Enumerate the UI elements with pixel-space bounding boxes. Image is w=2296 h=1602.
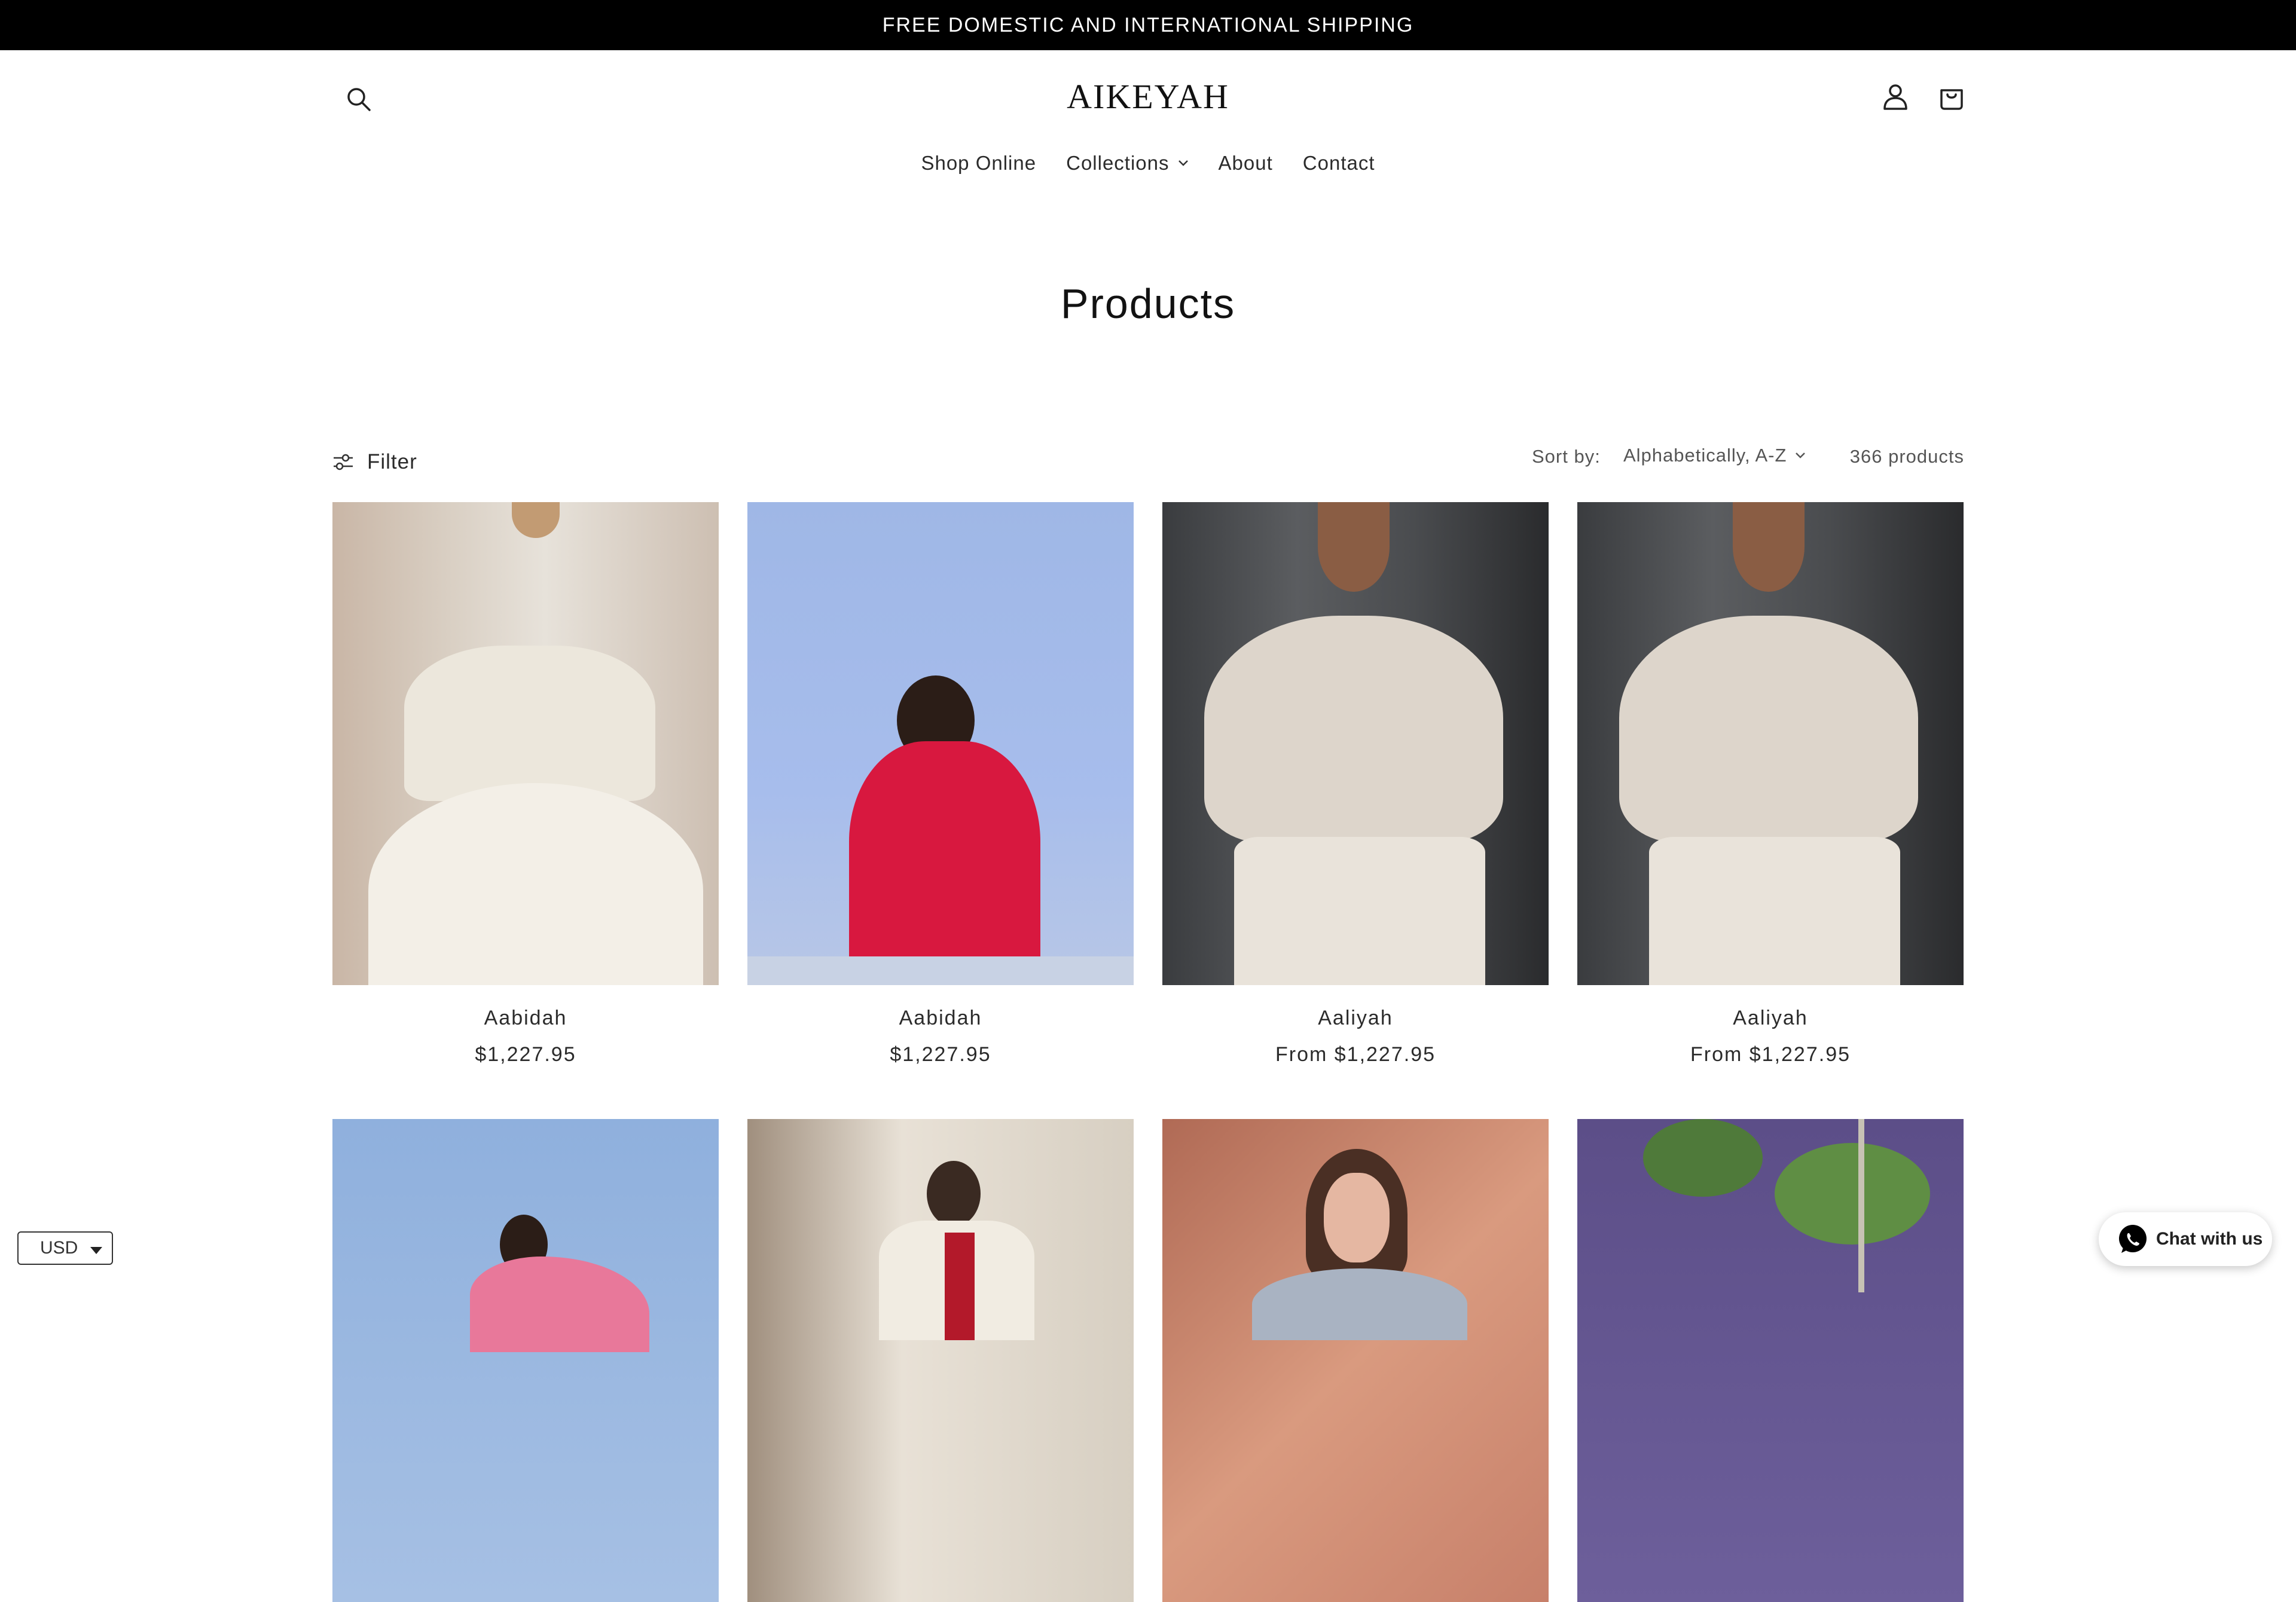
filter-icon [334, 454, 353, 470]
sort-label: Sort by: [1532, 446, 1601, 467]
product-image[interactable] [747, 502, 1134, 985]
currency-selector[interactable]: USD [17, 1231, 113, 1265]
filter-button[interactable]: Filter [332, 446, 417, 478]
chat-button[interactable]: Chat with us [2099, 1212, 2272, 1266]
product-card[interactable] [332, 1119, 719, 1602]
product-name[interactable]: Aabidah [332, 1007, 719, 1030]
product-image[interactable] [1162, 1119, 1549, 1602]
whatsapp-icon [2119, 1225, 2147, 1253]
product-image[interactable] [332, 1119, 719, 1602]
nav-contact[interactable]: Contact [1303, 152, 1375, 175]
product-price: $1,227.95 [475, 1043, 576, 1066]
product-price: From $1,227.95 [1275, 1043, 1436, 1066]
account-button[interactable] [1876, 78, 1915, 116]
sort-value: Alphabetically, A-Z [1623, 445, 1787, 466]
product-name[interactable]: Aabidah [747, 1007, 1134, 1030]
nav-contact-label: Contact [1302, 152, 1375, 174]
product-image[interactable] [1577, 1119, 1964, 1602]
announcement-text: FREE DOMESTIC AND INTERNATIONAL SHIPPING [882, 13, 1414, 36]
nav-shop-online-label: Shop Online [921, 152, 1037, 174]
caret-down-icon [90, 1247, 102, 1254]
main-nav: Shop Online Collections About Contact [849, 148, 1447, 178]
search-icon [347, 88, 371, 111]
announcement-bar: FREE DOMESTIC AND INTERNATIONAL SHIPPING [0, 0, 2296, 50]
filter-label: Filter [367, 450, 417, 473]
product-card[interactable]: Aabidah $1,227.95 [332, 502, 719, 1066]
product-card[interactable] [1577, 1119, 1964, 1602]
chevron-down-icon [1796, 453, 1806, 458]
product-card[interactable]: Aaliyah From $1,227.95 [1577, 502, 1964, 1066]
cart-icon [1940, 89, 1963, 110]
product-image[interactable] [1577, 502, 1964, 985]
currency-value: USD [40, 1238, 78, 1258]
nav-about[interactable]: About [1219, 152, 1273, 175]
account-icon [1883, 84, 1907, 110]
product-price: From $1,227.95 [1690, 1043, 1851, 1066]
product-card[interactable]: Aaliyah From $1,227.95 [1162, 502, 1549, 1066]
product-image[interactable] [1162, 502, 1549, 985]
nav-shop-online[interactable]: Shop Online [921, 152, 1036, 175]
product-card[interactable] [747, 1119, 1134, 1602]
chat-label: Chat with us [2156, 1229, 2263, 1249]
product-name[interactable]: Aaliyah [1162, 1007, 1549, 1030]
site-logo[interactable]: AIKEYAH [939, 77, 1357, 118]
product-card[interactable]: Aabidah $1,227.95 [747, 502, 1134, 1066]
page-title: Products [1060, 280, 1236, 327]
product-card[interactable] [1162, 1119, 1549, 1602]
product-image[interactable] [747, 1119, 1134, 1602]
search-button[interactable] [340, 80, 378, 118]
nav-about-label: About [1218, 152, 1273, 174]
product-price: $1,227.95 [890, 1043, 991, 1066]
chevron-down-icon [1178, 160, 1188, 166]
product-image[interactable] [332, 502, 719, 985]
product-name[interactable]: Aaliyah [1577, 1007, 1964, 1030]
cart-button[interactable] [1932, 78, 1971, 116]
product-count: 366 products [1849, 446, 1964, 467]
sort-select[interactable]: Alphabetically, A-Z [1623, 445, 1806, 466]
nav-collections-label: Collections [1066, 152, 1170, 174]
nav-collections[interactable]: Collections [1066, 152, 1188, 175]
